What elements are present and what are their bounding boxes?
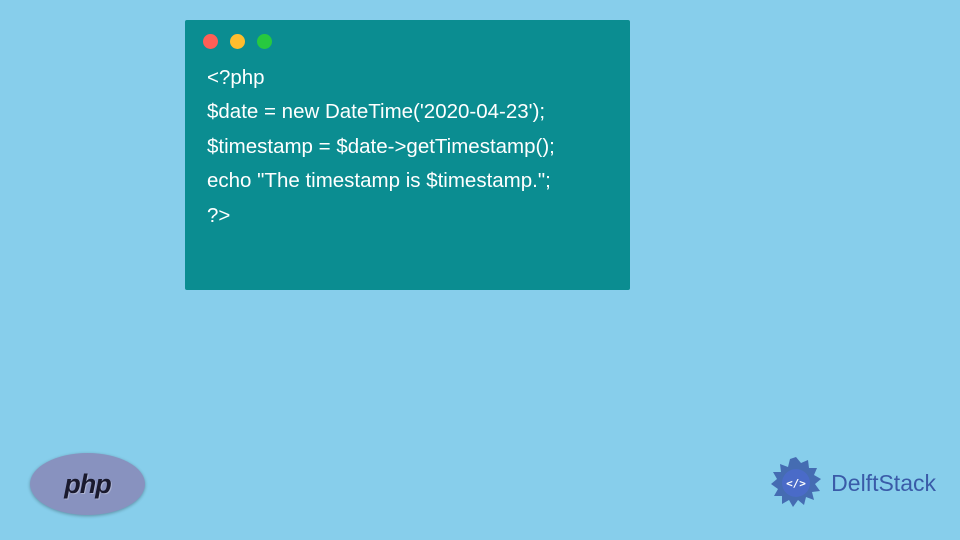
- php-logo-text: php: [64, 469, 110, 500]
- code-line: ?>: [207, 199, 608, 233]
- minimize-icon: [230, 34, 245, 49]
- window-controls: [185, 20, 630, 57]
- svg-text:</>: </>: [786, 477, 806, 490]
- code-line: echo "The timestamp is $timestamp.";: [207, 164, 608, 198]
- code-line: $date = new DateTime('2020-04-23');: [207, 95, 608, 129]
- code-window: <?php $date = new DateTime('2020-04-23')…: [185, 20, 630, 290]
- delftstack-icon: </>: [767, 454, 825, 512]
- code-content: <?php $date = new DateTime('2020-04-23')…: [185, 57, 630, 237]
- php-logo-ellipse: php: [30, 453, 145, 515]
- code-line: <?php: [207, 61, 608, 95]
- php-logo: php: [30, 453, 145, 515]
- code-line: $timestamp = $date->getTimestamp();: [207, 130, 608, 164]
- maximize-icon: [257, 34, 272, 49]
- delftstack-text: DelftStack: [831, 470, 936, 497]
- delftstack-logo: </> DelftStack: [767, 454, 936, 512]
- close-icon: [203, 34, 218, 49]
